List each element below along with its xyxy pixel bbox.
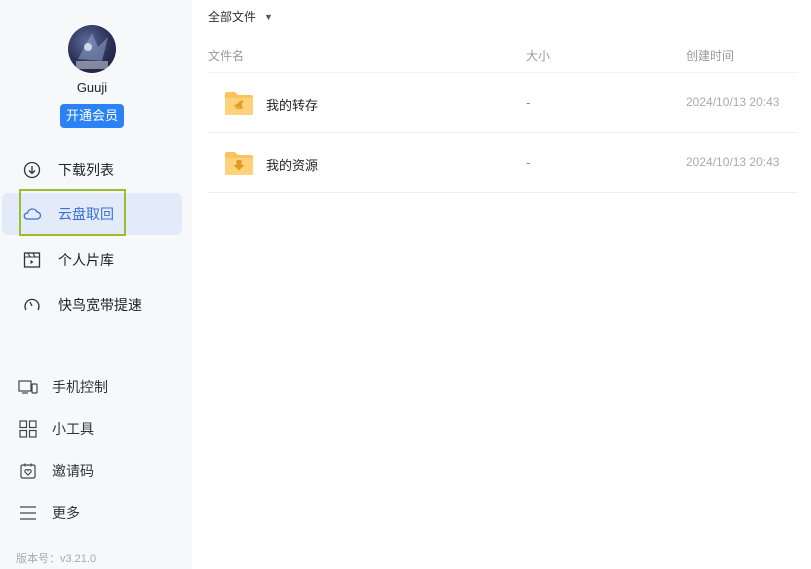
column-header-name[interactable]: 文件名: [208, 47, 244, 64]
header-divider: [208, 72, 798, 73]
username: Guuji: [76, 80, 108, 95]
tool-item-more[interactable]: 更多: [0, 498, 180, 528]
folder-download-icon: [223, 147, 255, 179]
file-filter-dropdown[interactable]: 全部文件 ▼: [208, 8, 273, 25]
tool-item-label: 小工具: [52, 421, 94, 437]
video-library-icon: [21, 249, 43, 271]
sidebar: Guuji 开通会员 下载列表 云盘取回 个人片库 快鸟宽带提速 手机控制 小工…: [0, 0, 192, 569]
file-size: -: [526, 155, 531, 170]
file-date: 2024/10/13 20:43: [686, 155, 780, 169]
nav-item-personal-library[interactable]: 个人片库: [2, 239, 182, 281]
speedometer-icon: [21, 294, 43, 316]
version-text: 版本号：v3.21.0: [16, 553, 97, 565]
download-icon: [21, 159, 43, 181]
nav-item-label: 云盘取回: [58, 206, 114, 222]
vip-subscribe-button[interactable]: 开通会员: [60, 104, 124, 128]
file-name[interactable]: 我的资源: [266, 155, 318, 174]
avatar[interactable]: [68, 25, 116, 73]
avatar-image: [76, 33, 108, 69]
tool-item-utilities[interactable]: 小工具: [0, 414, 180, 444]
cloud-icon: [21, 203, 43, 225]
file-row[interactable]: 我的资源 - 2024/10/13 20:43: [208, 134, 798, 193]
nav-item-label: 下载列表: [58, 162, 114, 178]
nav-item-broadband-boost[interactable]: 快鸟宽带提速: [2, 284, 182, 326]
tool-item-label: 邀请码: [52, 463, 94, 479]
nav-item-cloud-retrieve[interactable]: 云盘取回: [2, 193, 182, 235]
tool-item-invite-code[interactable]: 邀请码: [0, 456, 180, 486]
column-header-size[interactable]: 大小: [526, 47, 550, 64]
nav-item-label: 个人片库: [58, 252, 114, 268]
tool-item-label: 更多: [52, 505, 80, 521]
tool-item-label: 手机控制: [52, 379, 108, 395]
folder-transfer-icon: [223, 87, 255, 119]
grid-icon: [17, 418, 39, 440]
file-filter-label: 全部文件: [208, 10, 257, 24]
file-row[interactable]: 我的转存 - 2024/10/13 20:43: [208, 74, 798, 133]
column-header-date[interactable]: 创建时间: [686, 47, 734, 64]
file-size: -: [526, 95, 531, 110]
nav-item-label: 快鸟宽带提速: [58, 297, 142, 313]
devices-icon: [17, 376, 39, 398]
menu-icon: [17, 502, 39, 524]
caret-down-icon: ▼: [264, 11, 273, 22]
tool-item-phone-control[interactable]: 手机控制: [0, 372, 180, 402]
invite-icon: [17, 460, 39, 482]
file-date: 2024/10/13 20:43: [686, 95, 780, 109]
file-name[interactable]: 我的转存: [266, 95, 318, 114]
nav-item-downloads[interactable]: 下载列表: [2, 149, 182, 191]
